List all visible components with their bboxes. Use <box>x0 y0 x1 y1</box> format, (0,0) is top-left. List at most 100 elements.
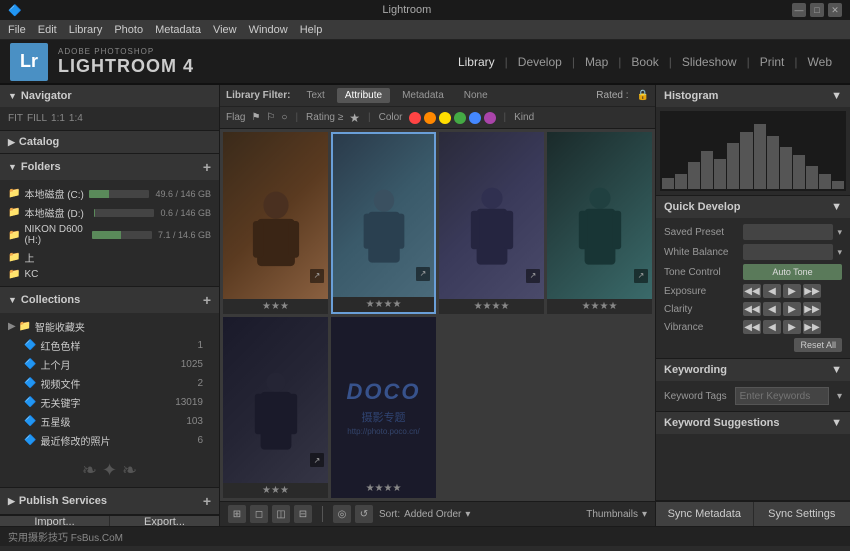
tab-library[interactable]: Library <box>450 51 503 73</box>
sync-metadata-button[interactable]: Sync Metadata <box>656 502 754 526</box>
nav-1-4[interactable]: 1:4 <box>69 113 83 124</box>
star-rating-filter[interactable]: ★ <box>349 111 360 125</box>
histogram-header[interactable]: Histogram ▼ <box>656 85 850 107</box>
folders-header[interactable]: ▼Folders + <box>0 154 219 180</box>
tab-develop[interactable]: Develop <box>510 51 570 73</box>
collection-item-smart[interactable]: ▶ 📁 智能收藏夹 <box>0 317 219 336</box>
spray-tool-button[interactable]: ◎ <box>333 505 351 523</box>
grid-view-button[interactable]: ⊞ <box>228 505 246 523</box>
thumbnails-chevron[interactable]: ▾ <box>642 509 647 520</box>
menu-view[interactable]: View <box>213 24 237 36</box>
reset-all-button[interactable]: Reset All <box>794 338 842 352</box>
photo-cell-5[interactable]: ↗ ★★★ <box>223 317 328 499</box>
catalog-header[interactable]: ▶Catalog <box>0 131 219 153</box>
vibrance-dec[interactable]: ◀ <box>763 320 781 334</box>
vibrance-dec-dec[interactable]: ◀◀ <box>743 320 761 334</box>
nav-fill[interactable]: FILL <box>27 113 47 124</box>
flag-pick-icon[interactable]: ⚑ <box>251 112 260 123</box>
tab-map[interactable]: Map <box>577 51 616 73</box>
menu-window[interactable]: Window <box>249 24 288 36</box>
color-dot-green[interactable] <box>454 112 466 124</box>
sync-settings-button[interactable]: Sync Settings <box>754 502 850 526</box>
clarity-inc-inc[interactable]: ▶▶ <box>803 302 821 316</box>
sort-chevron[interactable]: ▾ <box>465 509 470 520</box>
menu-help[interactable]: Help <box>300 24 323 36</box>
quick-develop-header[interactable]: Quick Develop ▼ <box>656 196 850 218</box>
clarity-dec[interactable]: ◀ <box>763 302 781 316</box>
flag-reject-icon[interactable]: ⚐ <box>266 112 275 123</box>
folder-item-h[interactable]: 📁 NIKON D600 (H:) 7.1 / 14.6 GB <box>0 222 219 248</box>
menu-edit[interactable]: Edit <box>38 24 57 36</box>
photo-cell-3[interactable]: ↗ ★★★★ <box>439 132 544 314</box>
window-controls[interactable]: — □ ✕ <box>792 3 842 17</box>
folder-item-c[interactable]: 📁 本地磁盘 (C:) 49.6 / 146 GB <box>0 184 219 203</box>
flag-unflag-icon[interactable]: ○ <box>281 112 287 123</box>
color-dot-orange[interactable] <box>424 112 436 124</box>
color-dot-blue[interactable] <box>469 112 481 124</box>
photo-cell-4[interactable]: ↗ ★★★★ <box>547 132 652 314</box>
preset-arrow[interactable]: ▾ <box>837 227 842 238</box>
filter-tab-metadata[interactable]: Metadata <box>394 88 452 103</box>
folder-item-up[interactable]: 📁 上 <box>0 248 219 267</box>
keyword-suggestions-header[interactable]: Keyword Suggestions ▼ <box>656 412 850 434</box>
color-dot-purple[interactable] <box>484 112 496 124</box>
wb-arrow[interactable]: ▾ <box>837 247 842 258</box>
menu-file[interactable]: File <box>8 24 26 36</box>
clarity-dec-dec[interactable]: ◀◀ <box>743 302 761 316</box>
exposure-inc-inc[interactable]: ▶▶ <box>803 284 821 298</box>
photo-cell-6[interactable]: DOCO 摄影专题 http://photo.poco.cn/ ★★★★ <box>331 317 436 499</box>
folders-add-button[interactable]: + <box>203 159 211 175</box>
color-dot-red[interactable] <box>409 112 421 124</box>
keyword-settings-icon[interactable]: ▾ <box>837 391 842 402</box>
photo-cell-2[interactable]: ↗ ★★★★ <box>331 132 436 314</box>
clarity-inc[interactable]: ▶ <box>783 302 801 316</box>
exposure-inc[interactable]: ▶ <box>783 284 801 298</box>
white-balance-dropdown[interactable] <box>743 244 833 260</box>
menu-photo[interactable]: Photo <box>114 24 143 36</box>
import-button[interactable]: Import... <box>0 516 110 526</box>
tab-print[interactable]: Print <box>752 51 793 73</box>
nav-fit[interactable]: FIT <box>8 113 23 124</box>
minimize-button[interactable]: — <box>792 3 806 17</box>
collections-add-button[interactable]: + <box>203 292 211 308</box>
tab-book[interactable]: Book <box>623 51 666 73</box>
saved-preset-dropdown[interactable] <box>743 224 833 240</box>
collection-item-red[interactable]: 🔷 红色色样 1 <box>0 336 219 355</box>
maximize-button[interactable]: □ <box>810 3 824 17</box>
publish-services-header[interactable]: ▶Publish Services + <box>0 488 219 514</box>
sort-value[interactable]: Added Order <box>404 509 461 520</box>
collection-item-5star[interactable]: 🔷 五星级 103 <box>0 412 219 431</box>
keywording-header[interactable]: Keywording ▼ <box>656 359 850 381</box>
collection-item-month[interactable]: 🔷 上个月 1025 <box>0 355 219 374</box>
menu-metadata[interactable]: Metadata <box>155 24 201 36</box>
loupe-view-button[interactable]: ◻ <box>250 505 268 523</box>
collection-item-recent[interactable]: 🔷 最近修改的照片 6 <box>0 431 219 450</box>
export-button[interactable]: Export... <box>110 516 219 526</box>
close-button[interactable]: ✕ <box>828 3 842 17</box>
tab-web[interactable]: Web <box>800 51 840 73</box>
keyword-input[interactable] <box>735 387 829 405</box>
publish-services-add-button[interactable]: + <box>203 493 211 509</box>
vibrance-inc[interactable]: ▶ <box>783 320 801 334</box>
nav-1-1[interactable]: 1:1 <box>51 113 65 124</box>
navigator-header[interactable]: ▼Navigator <box>0 85 219 107</box>
collection-item-nokw[interactable]: 🔷 无关键字 13019 <box>0 393 219 412</box>
folder-item-d[interactable]: 📁 本地磁盘 (D:) 0.6 / 146 GB <box>0 203 219 222</box>
survey-view-button[interactable]: ⊟ <box>294 505 312 523</box>
auto-tone-button[interactable]: Auto Tone <box>743 264 842 280</box>
filter-tab-text[interactable]: Text <box>298 88 332 103</box>
vibrance-inc-inc[interactable]: ▶▶ <box>803 320 821 334</box>
exposure-dec[interactable]: ◀ <box>763 284 781 298</box>
menu-library[interactable]: Library <box>69 24 103 36</box>
compare-view-button[interactable]: ◫ <box>272 505 290 523</box>
collections-header[interactable]: ▼Collections + <box>0 287 219 313</box>
collection-item-video[interactable]: 🔷 视频文件 2 <box>0 374 219 393</box>
tab-slideshow[interactable]: Slideshow <box>674 51 745 73</box>
exposure-dec-dec[interactable]: ◀◀ <box>743 284 761 298</box>
filter-tab-attribute[interactable]: Attribute <box>337 88 390 103</box>
filter-tab-none[interactable]: None <box>456 88 496 103</box>
color-dot-yellow[interactable] <box>439 112 451 124</box>
folder-item-kc[interactable]: 📁 KC <box>0 267 219 282</box>
rotate-tool-button[interactable]: ↺ <box>355 505 373 523</box>
photo-cell-1[interactable]: ↗ ★★★ <box>223 132 328 314</box>
